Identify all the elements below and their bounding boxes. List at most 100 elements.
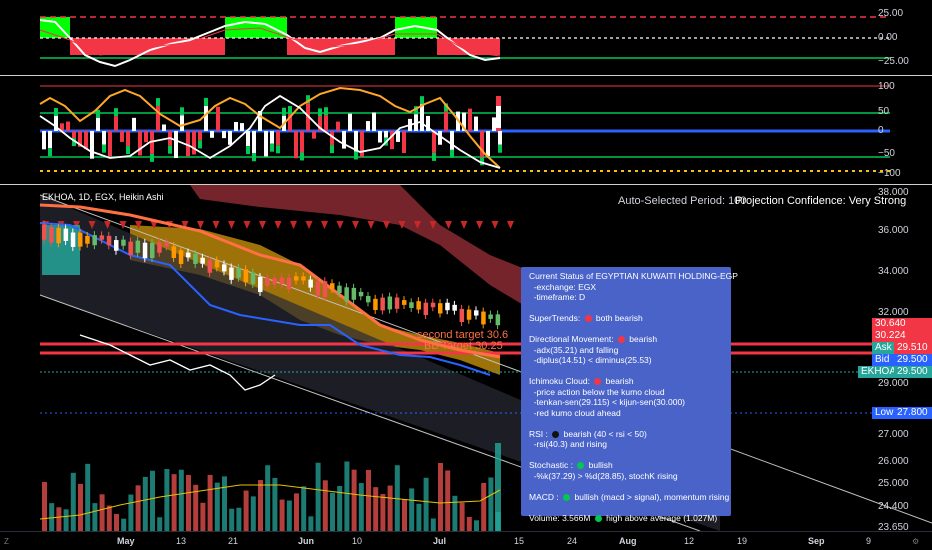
candle-body [186,252,191,258]
volume-bar [430,518,436,531]
price-tag-red-1: 30.640 [872,318,932,330]
volume-bar [142,476,148,531]
volume-bar [330,492,335,531]
histogram-bar [366,121,370,131]
volume-bar [49,503,55,531]
histogram-bar [228,131,232,145]
volume-bar [121,518,127,531]
price-scale-label: 38.000 [878,187,909,198]
volume-bar [186,475,191,531]
volume-bar [150,470,155,531]
volume-bar [171,474,177,531]
candle-body [438,303,443,314]
bb-target-label: BB Target 30.25 [424,340,503,352]
candle-body [70,232,76,247]
histogram-bar [156,98,160,107]
status-rsi-row: RSI : bearish (40 < rsi < 50) [529,429,723,440]
bearish-triangle-marker [197,221,204,229]
bearish-triangle-marker [445,221,452,229]
bearish-triangle-marker [491,221,499,229]
histogram-bar [276,145,280,154]
main-price-svg: second target 30.6 BB Target 30.25 [39,185,932,531]
price-scale-label: 34.000 [878,266,909,277]
volume-bar [258,480,263,531]
volume-bar [157,517,163,531]
histogram-bar [384,131,388,138]
volume-bar [286,500,292,531]
main-price-pane[interactable]: second target 30.6 BB Target 30.25 [0,185,932,531]
histogram-bar [276,131,280,146]
mid-scale-50: 50 [878,106,890,117]
time-axis[interactable]: May 13 21 Jun 10 Jul 15 24 Aug 12 19 Sep… [0,531,932,550]
top-oscillator-pane[interactable]: 25.00 0.00 −25.00 [0,0,932,75]
histogram-bar [216,106,220,131]
volume-bar [351,469,357,531]
histogram-bar [90,131,94,159]
symbol-price-value-tag: 29.500 [894,366,932,378]
status-volume-value: high above average (1.027M) [603,512,718,523]
candle-body [200,257,205,264]
candle-body [430,302,436,308]
top-oscillator-svg [39,16,890,68]
osc-red-block [70,38,225,55]
histogram-bar [246,146,250,155]
candle-body [63,228,69,241]
histogram-bar [96,109,100,118]
status-macd-row: MACD : bullish (macd > signal), momentum… [529,492,729,503]
candle-body [358,291,364,297]
middle-oscillator-pane[interactable]: 100 50 0 −50 −100 [0,76,932,184]
candle-body [258,276,263,293]
histogram-bar [102,144,106,153]
candle-body [243,269,249,283]
histogram-bar [432,131,436,153]
histogram-bar [210,131,214,138]
symbol-title[interactable]: EKHOA, 1D, EGX, Heikin Ashi [42,192,164,202]
histogram-bar [84,131,88,150]
auto-period-label: Auto-Selected Period: 100 [618,195,747,207]
histogram-bar [312,131,316,139]
neutral-dot-icon [552,430,560,438]
volume-bar [481,482,487,531]
candle-body [214,260,220,268]
candle-body [337,285,342,294]
histogram-bar [114,108,118,117]
bearish-triangle-marker [367,221,375,229]
candle-body [279,277,285,284]
histogram-bar [496,106,501,128]
histogram-bar [180,115,184,131]
status-dm-label: Directional Movement: [529,334,616,344]
volume-bar [207,474,213,531]
gear-icon[interactable]: ⚙ [912,537,919,546]
bullish-dot-icon [577,462,585,470]
price-tag-red-2: 30.224 [872,330,932,342]
bid-label-tag: Bid [872,354,894,366]
time-axis-label: 13 [176,536,187,546]
histogram-bar [360,131,364,157]
histogram-bar [186,131,190,157]
price-scale-label: 25.000 [878,478,909,489]
histogram-bar [192,131,196,155]
histogram-bar [498,144,502,153]
histogram-bar [300,152,304,161]
bearish-triangle-marker [274,221,282,229]
status-rsi-value: bearish (40 < rsi < 50) [561,428,647,439]
mid-scale-0: 0 [878,125,884,136]
histogram-bar [180,107,184,116]
histogram-bar [252,153,256,162]
zoom-reset-button[interactable]: Z [4,537,9,546]
volume-bar [495,443,501,531]
candle-body [466,309,472,320]
histogram-bar [174,131,178,159]
histogram-bar [324,107,328,116]
status-volume-label: Volume: 3.566M [529,512,593,523]
candle-body [164,241,169,247]
candle-body [452,304,457,311]
candle-body [445,302,450,311]
histogram-bar [432,152,436,161]
status-diplus: -diplus(14.51) < diminus(25.53) [529,355,652,365]
candle-body [128,241,133,255]
osc-scale-bottom: −25.00 [878,56,909,67]
volume-bar [474,520,479,531]
histogram-bar [54,107,58,116]
volume-bar [92,503,98,531]
